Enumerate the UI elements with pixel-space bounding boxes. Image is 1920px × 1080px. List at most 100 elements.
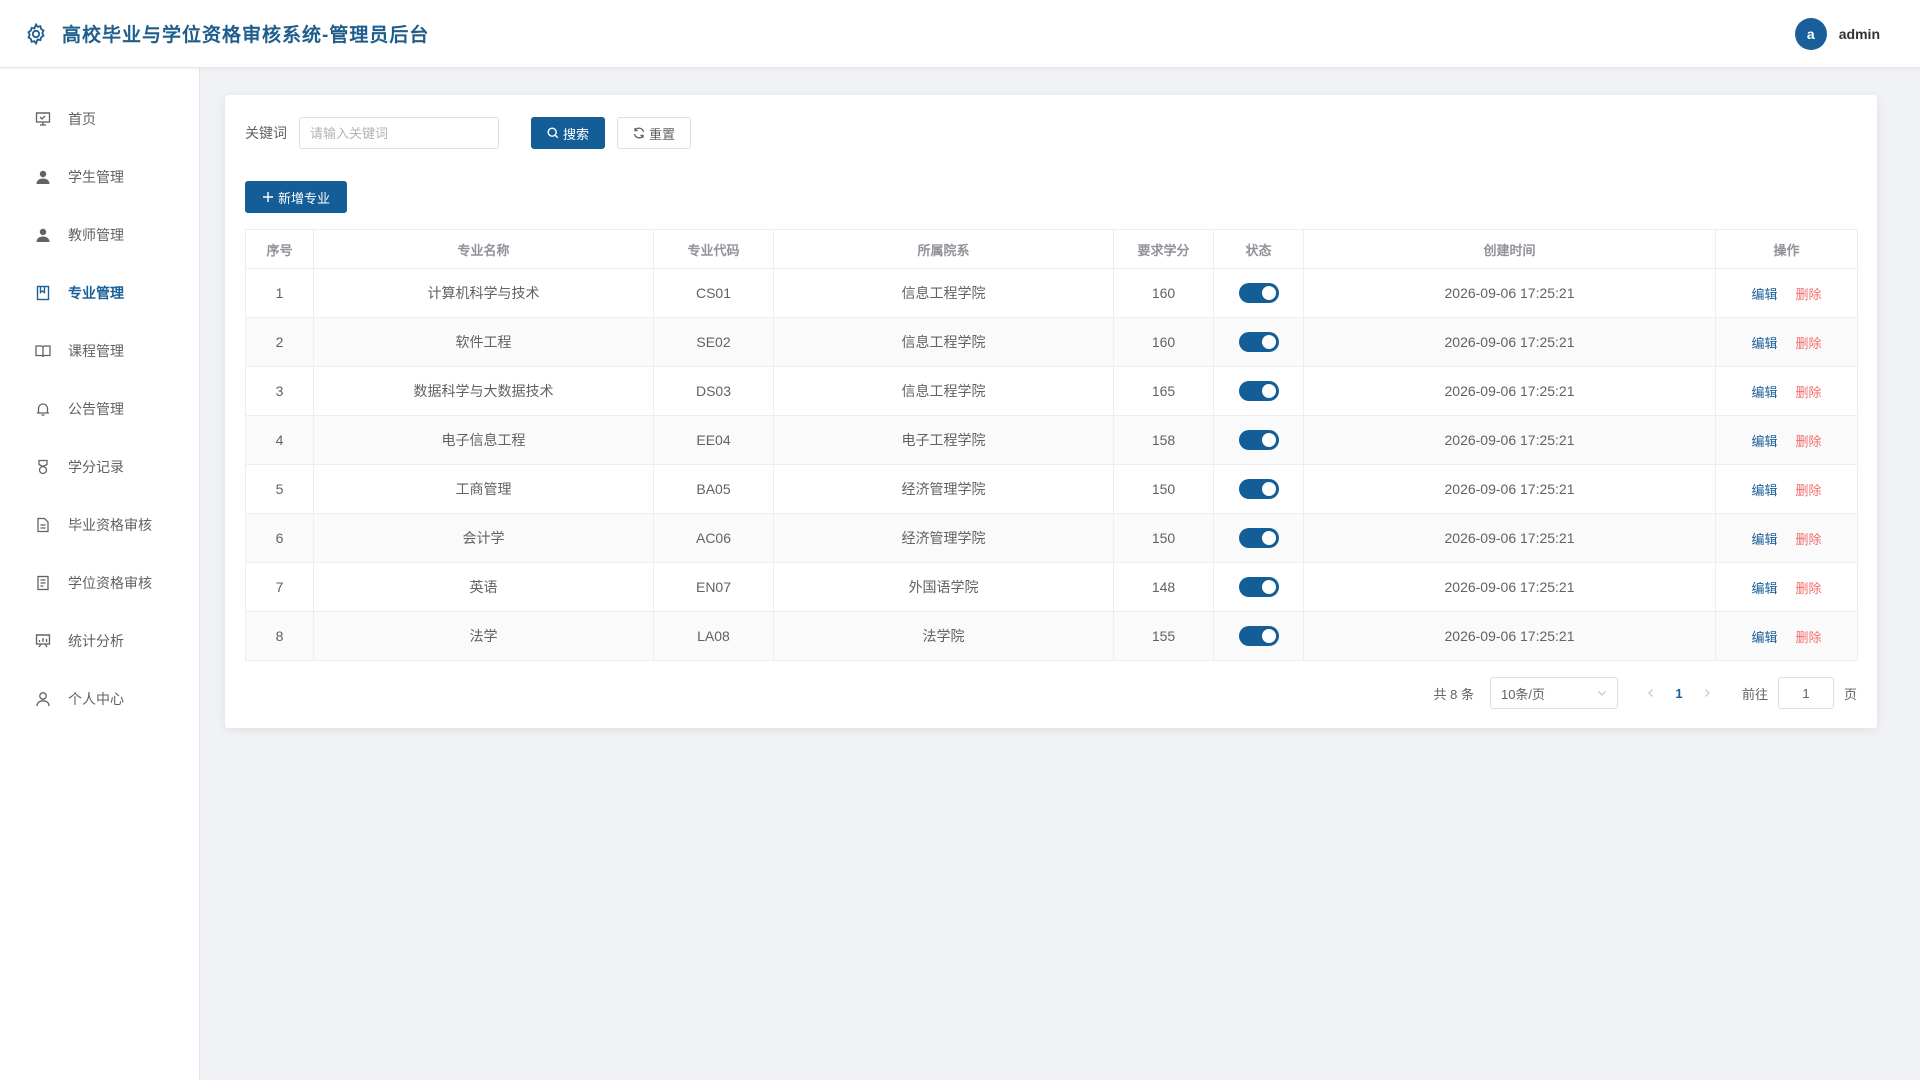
sidebar-item-statistics[interactable]: 统计分析 (0, 612, 199, 670)
cell-status (1213, 464, 1304, 514)
cell-credits: 150 (1113, 513, 1214, 563)
cell-dept: 电子工程学院 (773, 415, 1114, 465)
cell-created: 2026-09-06 17:25:21 (1303, 317, 1716, 367)
sidebar-item-home[interactable]: 首页 (0, 90, 199, 148)
column-header: 状态 (1213, 229, 1304, 269)
user-menu[interactable]: a admin (1794, 17, 1880, 50)
cell-index: 6 (245, 513, 314, 563)
cell-dept: 经济管理学院 (773, 513, 1114, 563)
edit-link[interactable]: 编辑 (1751, 581, 1777, 596)
major-management-panel: 关键词 搜索 重置 新增专业 序号 (225, 95, 1877, 728)
cell-credits: 148 (1113, 562, 1214, 612)
delete-link[interactable]: 删除 (1796, 532, 1822, 547)
cell-credits: 160 (1113, 268, 1214, 318)
cell-credits: 150 (1113, 464, 1214, 514)
edit-link[interactable]: 编辑 (1751, 287, 1777, 302)
sidebar-item-credits[interactable]: 学分记录 (0, 438, 199, 496)
delete-link[interactable]: 删除 (1796, 434, 1822, 449)
sidebar-item-majors[interactable]: 专业管理 (0, 264, 199, 322)
delete-link[interactable]: 删除 (1796, 483, 1822, 498)
table-row: 7 英语 EN07 外国语学院 148 2026-09-06 17:25:21 … (245, 562, 1858, 612)
add-major-button[interactable]: 新增专业 (245, 181, 347, 213)
cell-actions: 编辑 删除 (1715, 415, 1858, 465)
cell-credits: 165 (1113, 366, 1214, 416)
edit-link[interactable]: 编辑 (1751, 385, 1777, 400)
sidebar-item-graduation-review[interactable]: 毕业资格审核 (0, 496, 199, 554)
page-size-select[interactable]: 10条/页 (1489, 677, 1618, 709)
keyword-input[interactable] (299, 117, 499, 149)
cell-created: 2026-09-06 17:25:21 (1303, 562, 1716, 612)
status-toggle[interactable] (1238, 283, 1279, 303)
cell-actions: 编辑 删除 (1715, 366, 1858, 416)
add-major-label: 新增专业 (277, 190, 330, 206)
cell-dept: 经济管理学院 (773, 464, 1114, 514)
cell-name: 计算机科学与技术 (313, 268, 654, 318)
edit-link[interactable]: 编辑 (1751, 336, 1777, 351)
cell-credits: 155 (1113, 611, 1214, 661)
search-icon (547, 127, 559, 139)
tickets-icon (34, 574, 52, 592)
cell-credits: 158 (1113, 415, 1214, 465)
status-toggle[interactable] (1238, 626, 1279, 646)
status-toggle[interactable] (1238, 577, 1279, 597)
next-page-button[interactable] (1694, 686, 1720, 701)
page-number[interactable]: 1 (1664, 686, 1694, 701)
delete-link[interactable]: 删除 (1796, 630, 1822, 645)
app-title: 高校毕业与学位资格审核系统-管理员后台 (62, 25, 430, 46)
table-row: 4 电子信息工程 EE04 电子工程学院 158 2026-09-06 17:2… (245, 415, 1858, 465)
plus-icon (262, 191, 274, 203)
cell-name: 法学 (313, 611, 654, 661)
cell-created: 2026-09-06 17:25:21 (1303, 611, 1716, 661)
sidebar-item-courses[interactable]: 课程管理 (0, 322, 199, 380)
status-toggle[interactable] (1238, 528, 1279, 548)
status-toggle[interactable] (1238, 332, 1279, 352)
sidebar-item-degree-review[interactable]: 学位资格审核 (0, 554, 199, 612)
prev-page-button[interactable] (1638, 686, 1664, 701)
toolbar: 新增专业 (245, 181, 1857, 213)
cell-status (1213, 513, 1304, 563)
cell-code: LA08 (653, 611, 774, 661)
cell-index: 8 (245, 611, 314, 661)
table-header-row: 序号 专业名称 专业代码 所属院系 要求学分 状态 创建时间 操作 (245, 229, 1858, 269)
status-toggle[interactable] (1238, 430, 1279, 450)
edit-link[interactable]: 编辑 (1751, 434, 1777, 449)
cell-actions: 编辑 删除 (1715, 513, 1858, 563)
edit-link[interactable]: 编辑 (1751, 630, 1777, 645)
data-board-icon (34, 632, 52, 650)
cell-dept: 外国语学院 (773, 562, 1114, 612)
gear-icon (24, 22, 48, 46)
avatar[interactable]: a (1794, 17, 1827, 50)
major-table: 序号 专业名称 专业代码 所属院系 要求学分 状态 创建时间 操作 1 计算机科… (245, 229, 1858, 661)
cell-name: 工商管理 (313, 464, 654, 514)
cell-code: EE04 (653, 415, 774, 465)
reset-button[interactable]: 重置 (617, 117, 691, 149)
cell-name: 电子信息工程 (313, 415, 654, 465)
search-button-label: 搜索 (562, 126, 589, 142)
sidebar-item-students[interactable]: 学生管理 (0, 148, 199, 206)
delete-link[interactable]: 删除 (1796, 581, 1822, 596)
cell-created: 2026-09-06 17:25:21 (1303, 268, 1716, 318)
sidebar-item-label: 毕业资格审核 (68, 517, 152, 533)
edit-link[interactable]: 编辑 (1751, 532, 1777, 547)
delete-link[interactable]: 删除 (1796, 336, 1822, 351)
sidebar-item-teachers[interactable]: 教师管理 (0, 206, 199, 264)
delete-link[interactable]: 删除 (1796, 385, 1822, 400)
username[interactable]: admin (1839, 26, 1880, 42)
brand: 高校毕业与学位资格审核系统-管理员后台 (24, 20, 429, 47)
status-toggle[interactable] (1238, 479, 1279, 499)
cell-code: AC06 (653, 513, 774, 563)
presentation-icon (34, 110, 52, 128)
delete-link[interactable]: 删除 (1796, 287, 1822, 302)
total-count: 共 8 条 (1433, 686, 1474, 702)
sidebar-item-profile[interactable]: 个人中心 (0, 670, 199, 728)
cell-index: 7 (245, 562, 314, 612)
table-row: 5 工商管理 BA05 经济管理学院 150 2026-09-06 17:25:… (245, 464, 1858, 514)
goto-page-input[interactable] (1777, 677, 1834, 709)
sidebar-item-label: 专业管理 (68, 285, 124, 301)
search-button[interactable]: 搜索 (531, 117, 605, 149)
sidebar-item-announcements[interactable]: 公告管理 (0, 380, 199, 438)
table-row: 6 会计学 AC06 经济管理学院 150 2026-09-06 17:25:2… (245, 513, 1858, 563)
status-toggle[interactable] (1238, 381, 1279, 401)
page-size-value: 10条/页 (1500, 686, 1546, 702)
edit-link[interactable]: 编辑 (1751, 483, 1777, 498)
